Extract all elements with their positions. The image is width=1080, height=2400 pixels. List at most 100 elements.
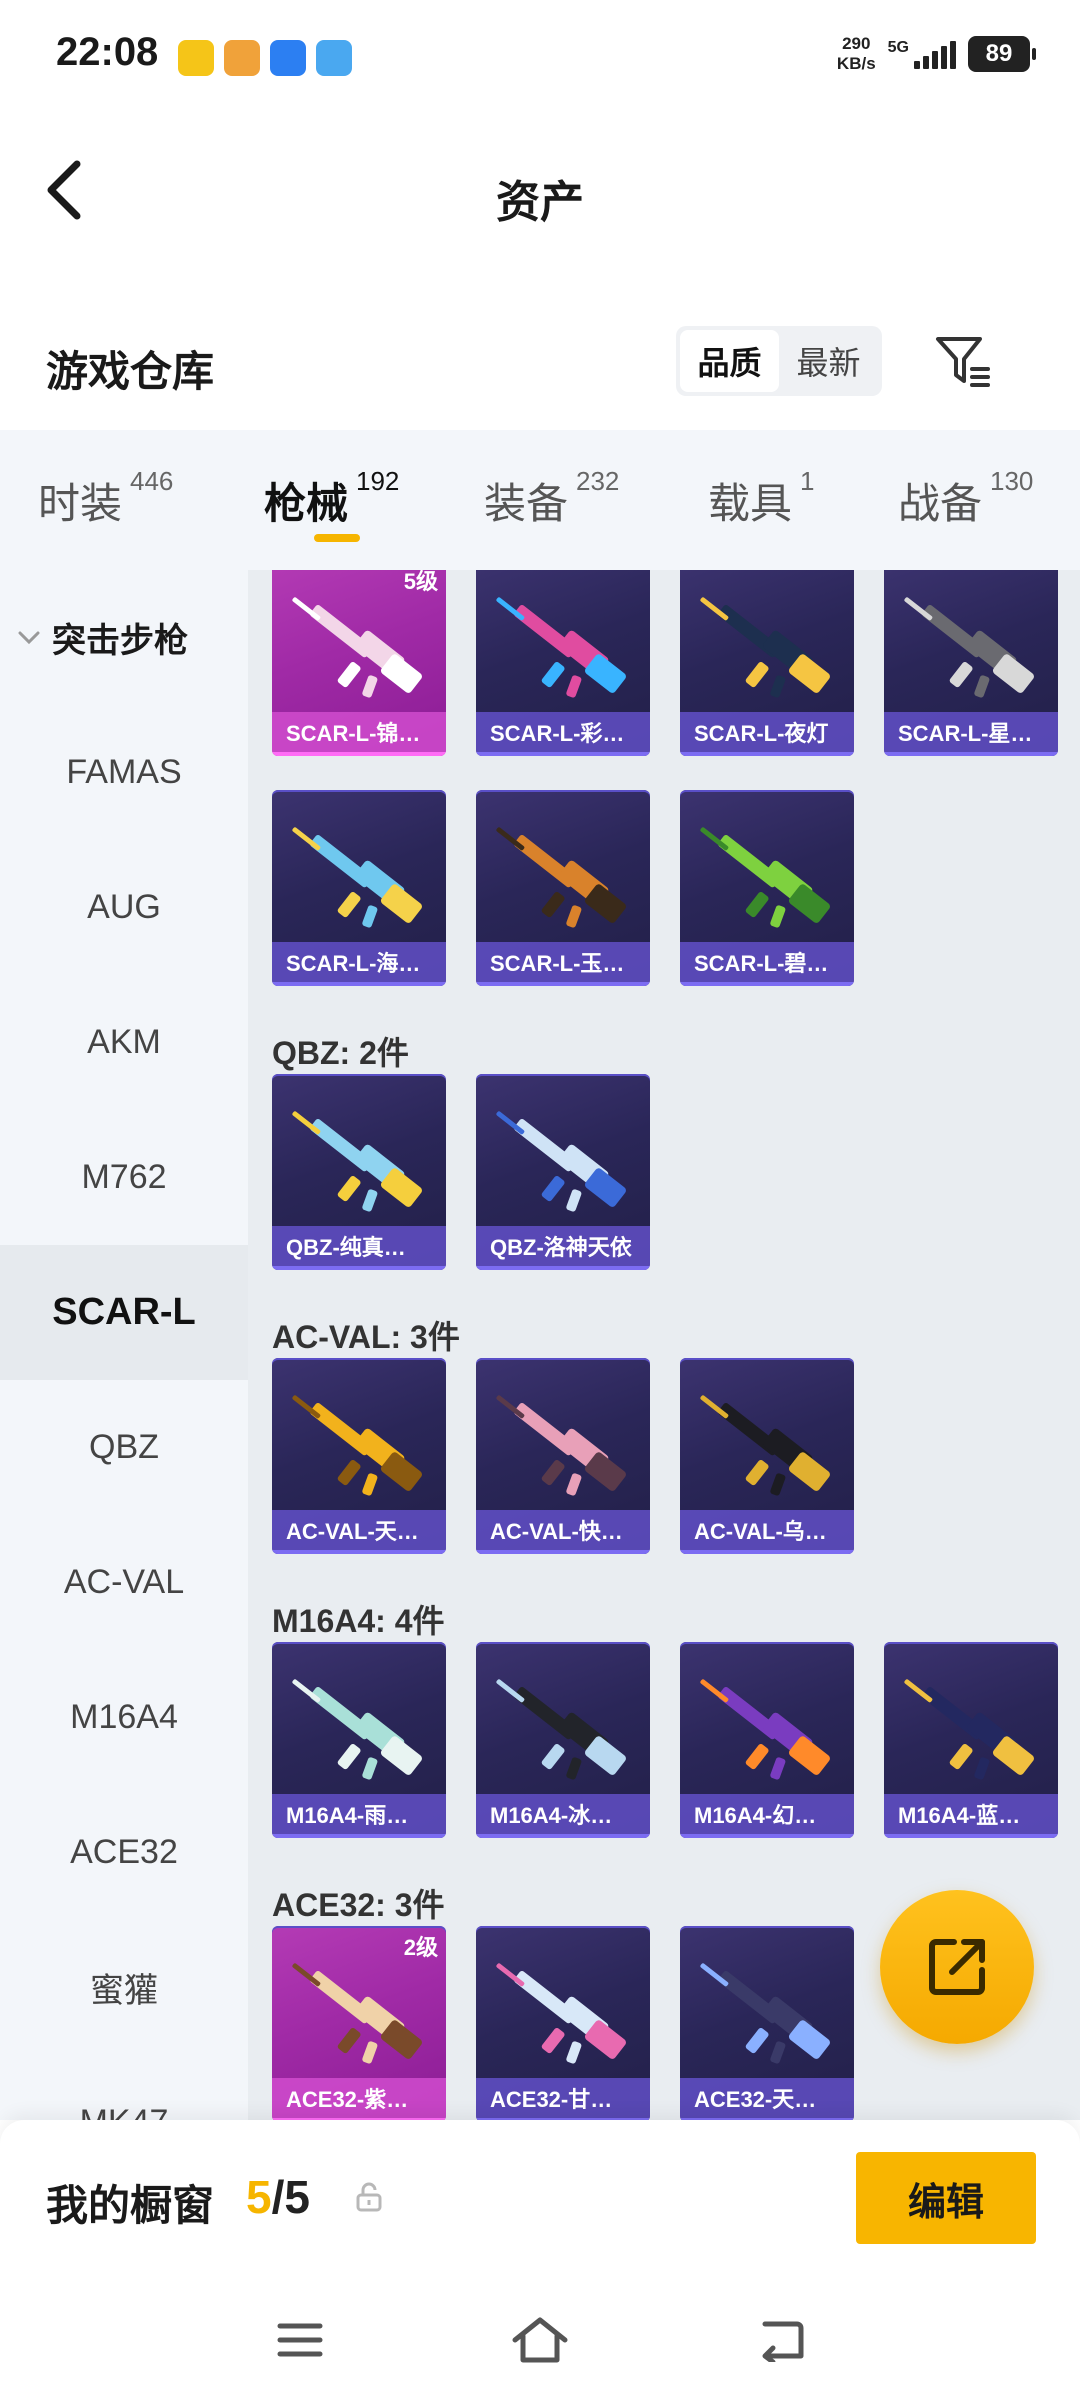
tab-count: 1 [800,466,815,496]
weapon-image [292,827,422,928]
weapon-name: AC-VAL-天… [272,1510,446,1554]
sidebar-item[interactable]: M16A4 [0,1650,248,1785]
weapon-card[interactable]: SCAR-L-碧… [680,790,854,986]
rarity-stripe [272,1834,446,1838]
tab-label: 战备 [898,480,983,527]
weapon-image [496,1679,626,1780]
weapon-card[interactable]: M16A4-幻… [680,1642,854,1838]
weapon-card[interactable]: SCAR-L-彩… [476,570,650,756]
weapon-card[interactable]: ACE32-甘… [476,1926,650,2120]
weapon-name: SCAR-L-海… [272,942,446,986]
rarity-stripe [680,1550,854,1554]
weapon-card[interactable]: AC-VAL-乌… [680,1358,854,1554]
rarity-stripe [680,752,854,756]
weapon-card[interactable]: QBZ-洛神天依 [476,1074,650,1270]
section-label: M16A4: 4件 [272,1603,445,1639]
sidebar-group-assault-rifles[interactable]: 突击步枪 [0,570,248,705]
sidebar-item[interactable]: QBZ [0,1380,248,1515]
sort-newest-button[interactable]: 最新 [779,330,878,392]
weapon-name: QBZ-洛神天依 [476,1226,650,1270]
level-badge: 5级 [403,570,438,594]
weapon-card[interactable]: SCAR-L-海… [272,790,446,986]
weapon-name: SCAR-L-碧… [680,942,854,986]
weapon-card[interactable]: SCAR-L-星… [884,570,1058,756]
sidebar-item[interactable]: MK47 [0,2055,248,2120]
system-nav-bar [0,2280,1080,2400]
weapon-sidebar: 突击步枪 FAMAS AUG AKM M762 SCAR-L QBZ AC-VAL M16A4… [0,570,248,2120]
rarity-stripe [476,1834,650,1838]
tab-equipment[interactable]: 装备 232 [484,466,619,531]
weapon-card[interactable]: M16A4-冰… [476,1642,650,1838]
weapon-card[interactable]: SCAR-L-玉… [476,790,650,986]
weapon-grid: 5级 SCAR-L-锦… SCAR-L-彩… SCAR-L-夜灯 SCAR-L-星… SC… [248,570,1080,2120]
notification-app-icon [316,40,352,76]
tab-count: 232 [576,466,620,496]
category-tabs: 时装 446 枪械 192 装备 232 载具 1 战备 130 [0,430,1080,570]
weapon-image [700,1963,830,2064]
weapon-card[interactable]: SCAR-L-夜灯 [680,570,854,756]
notification-app-icon [178,40,214,76]
share-button[interactable] [880,1890,1034,2044]
weapon-name: SCAR-L-彩… [476,712,650,756]
weapon-card[interactable]: M16A4-雨… [272,1642,446,1838]
weapon-card[interactable]: QBZ-纯真… [272,1074,446,1270]
rarity-stripe [680,982,854,986]
weapon-name: ACE32-紫… [272,2078,446,2120]
weapon-name: QBZ-纯真… [272,1226,446,1270]
sort-toggle: 品质 最新 [676,326,882,396]
edit-button[interactable]: 编辑 [856,2152,1036,2244]
back-nav-button[interactable] [752,2310,812,2370]
sidebar-item[interactable]: ACE32 [0,1785,248,1920]
sidebar-group-label: 突击步枪 [52,622,188,660]
menu-button[interactable] [270,2310,330,2370]
tab-fashion[interactable]: 时装 446 [38,466,173,531]
tab-label: 载具 [708,480,793,527]
rarity-stripe [476,1266,650,1270]
showcase-label: 我的橱窗 [46,2182,215,2229]
showcase-count-current: 5 [246,2171,272,2223]
unlock-icon[interactable] [356,2182,382,2217]
weapon-name: SCAR-L-夜灯 [680,712,854,756]
sidebar-item[interactable]: AC-VAL [0,1515,248,1650]
tab-vehicles[interactable]: 载具 1 [708,466,814,531]
weapon-image [292,1395,422,1496]
weapon-name: AC-VAL-快… [476,1510,650,1554]
weapon-name: ACE32-天… [680,2078,854,2120]
weapon-card[interactable]: M16A4-蓝… [884,1642,1058,1838]
weapon-image [496,597,626,698]
tab-label: 枪械 [264,480,349,527]
tab-count: 446 [130,466,174,496]
weapon-card[interactable]: ACE32-天… [680,1926,854,2120]
home-button[interactable] [510,2310,570,2370]
home-icon [512,2317,568,2363]
rarity-stripe [272,752,446,756]
weapon-image [700,1679,830,1780]
tab-weapons[interactable]: 枪械 192 [264,466,399,531]
warehouse-title: 游戏仓库 [46,348,215,395]
filter-button[interactable] [928,326,998,396]
weapon-image [700,827,830,928]
weapon-name: SCAR-L-锦… [272,712,446,756]
weapon-card[interactable]: 5级 SCAR-L-锦… [272,570,446,756]
network-speed: 290 KB/s [837,34,876,74]
sidebar-item[interactable]: 蜜獾 [0,1920,248,2055]
weapon-card[interactable]: 2级 ACE32-紫… [272,1926,446,2120]
sidebar-item[interactable]: M762 [0,1110,248,1245]
tab-label: 装备 [484,480,569,527]
weapon-name: M16A4-幻… [680,1794,854,1838]
sort-quality-button[interactable]: 品质 [680,330,779,392]
weapon-image [496,1111,626,1212]
weapon-card[interactable]: AC-VAL-快… [476,1358,650,1554]
weapon-image [700,597,830,698]
sidebar-item[interactable]: SCAR-L [0,1245,248,1380]
sidebar-list: FAMAS AUG AKM M762 SCAR-L QBZ AC-VAL M16A4 ACE32… [0,705,248,2120]
menu-icon [277,2323,323,2357]
sidebar-item[interactable]: AUG [0,840,248,975]
sidebar-item[interactable]: FAMAS [0,705,248,840]
tab-count: 130 [990,466,1034,496]
tab-supplies[interactable]: 战备 130 [898,466,1033,531]
header: 资产 [0,110,1080,270]
weapon-image [904,1679,1034,1780]
sidebar-item[interactable]: AKM [0,975,248,1110]
weapon-card[interactable]: AC-VAL-天… [272,1358,446,1554]
